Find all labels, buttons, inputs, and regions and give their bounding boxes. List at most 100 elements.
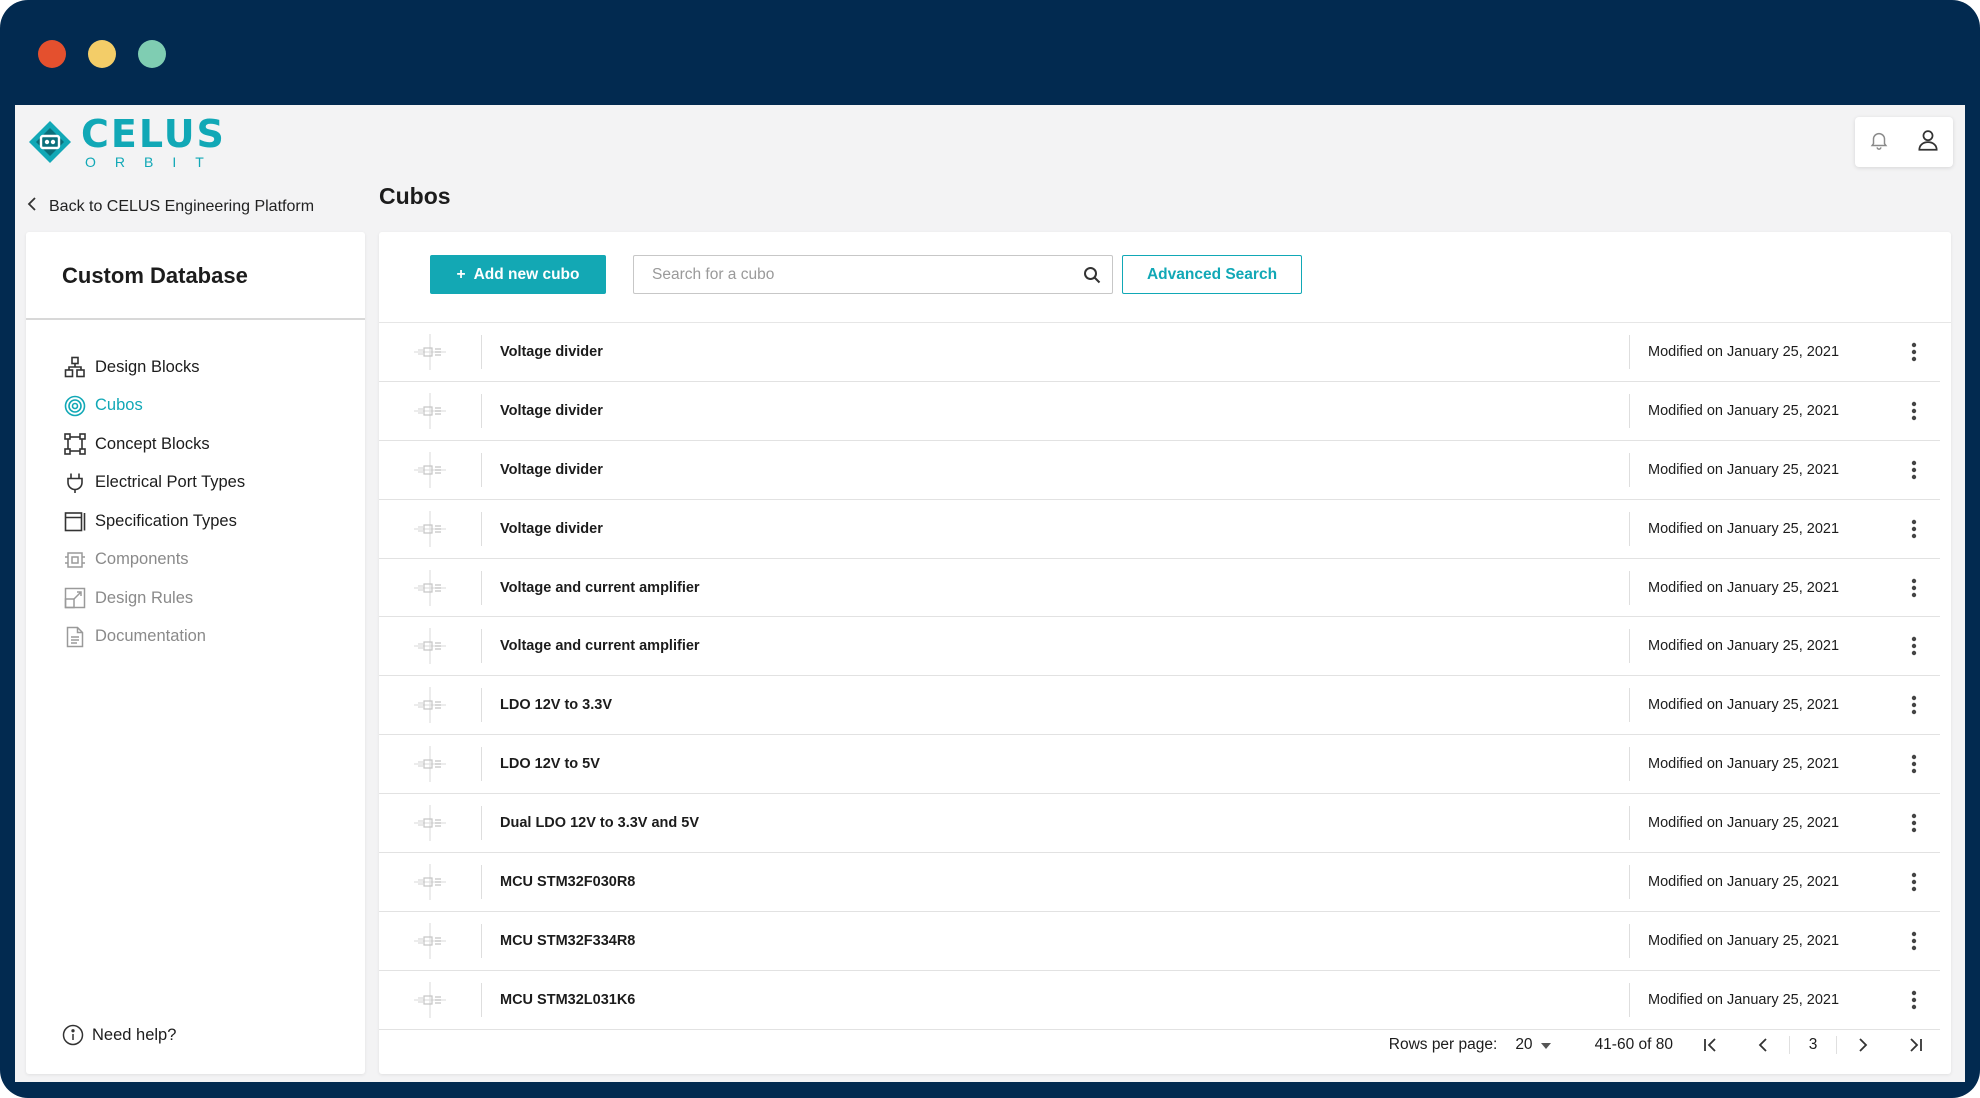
previous-page-button[interactable] bbox=[1743, 1030, 1783, 1060]
more-options-icon[interactable] bbox=[1888, 794, 1940, 852]
info-icon bbox=[62, 1024, 84, 1046]
more-options-icon[interactable] bbox=[1888, 971, 1940, 1029]
search-icon[interactable] bbox=[1072, 266, 1112, 284]
chevron-left-icon bbox=[27, 197, 37, 216]
sidebar-item-cubos[interactable]: Cubos bbox=[26, 387, 365, 426]
cubo-name: Voltage divider bbox=[500, 402, 603, 419]
next-page-button[interactable] bbox=[1843, 1030, 1883, 1060]
add-new-cubo-button[interactable]: + Add new cubo bbox=[430, 255, 606, 294]
cubo-modified-date: Modified on January 25, 2021 bbox=[1648, 991, 1840, 1008]
first-page-icon bbox=[1704, 1038, 1716, 1052]
cubo-row[interactable]: Voltage divider Modified on January 25, 2… bbox=[379, 441, 1940, 500]
more-options-icon[interactable] bbox=[1888, 735, 1940, 793]
current-page-number[interactable]: 3 bbox=[1789, 1036, 1837, 1054]
close-window-button[interactable] bbox=[38, 40, 66, 68]
search-input[interactable] bbox=[634, 256, 1072, 293]
more-options-icon[interactable] bbox=[1888, 441, 1940, 499]
design-blocks-icon bbox=[62, 354, 88, 380]
cubo-row[interactable]: MCU STM32F030R8 Modified on January 25, 2… bbox=[379, 853, 1940, 912]
cubo-name: MCU STM32F334R8 bbox=[500, 932, 636, 949]
advanced-search-button[interactable]: Advanced Search bbox=[1122, 255, 1302, 294]
more-options-icon[interactable] bbox=[1888, 382, 1940, 440]
sidebar-item-specification-types[interactable]: Specification Types bbox=[26, 502, 365, 541]
cubo-row[interactable]: Dual LDO 12V to 3.3V and 5V Modified on J… bbox=[379, 794, 1940, 854]
search-box bbox=[633, 255, 1113, 294]
add-new-cubo-label: Add new cubo bbox=[473, 265, 580, 283]
sidebar-item-label: Design Blocks bbox=[95, 357, 200, 376]
user-profile-icon[interactable] bbox=[1915, 127, 1941, 158]
cubo-modified-date: Modified on January 25, 2021 bbox=[1648, 461, 1840, 478]
logo-subtitle: ORBIT bbox=[85, 154, 223, 170]
need-help-label: Need help? bbox=[92, 1025, 177, 1044]
cubo-modified-date: Modified on January 25, 2021 bbox=[1648, 756, 1840, 773]
cubos-icon bbox=[62, 393, 88, 419]
cubo-row[interactable]: LDO 12V to 3.3V Modified on January 25, 2… bbox=[379, 676, 1940, 736]
cubo-name: LDO 12V to 3.3V bbox=[500, 697, 613, 714]
sidebar-item-label: Cubos bbox=[95, 396, 143, 415]
cubo-row[interactable]: Voltage divider Modified on January 25, 2… bbox=[379, 323, 1940, 382]
minimize-window-button[interactable] bbox=[88, 40, 116, 68]
cubo-modified-date: Modified on January 25, 2021 bbox=[1648, 343, 1840, 360]
more-options-icon[interactable] bbox=[1888, 676, 1940, 734]
sidebar-item-documentation[interactable]: Documentation bbox=[26, 618, 365, 657]
cubo-modified-date: Modified on January 25, 2021 bbox=[1648, 873, 1840, 890]
page-title: Cubos bbox=[379, 183, 451, 209]
cubo-row[interactable]: LDO 12V to 5V Modified on January 25, 202… bbox=[379, 735, 1940, 795]
window-controls bbox=[38, 40, 166, 68]
celus-logo[interactable]: CELUS ORBIT bbox=[27, 115, 226, 169]
cubo-modified-date: Modified on January 25, 2021 bbox=[1648, 638, 1840, 655]
more-options-icon[interactable] bbox=[1888, 559, 1940, 617]
back-to-platform-link[interactable]: Back to CELUS Engineering Platform bbox=[27, 197, 314, 216]
sidebar-nav: Design Blocks Cubos Concept Blocks Elect… bbox=[26, 320, 365, 656]
sidebar-item-label: Concept Blocks bbox=[95, 434, 210, 453]
sidebar-item-concept-blocks[interactable]: Concept Blocks bbox=[26, 425, 365, 464]
cubo-row[interactable]: Voltage and current amplifier Modified on… bbox=[379, 559, 1940, 618]
more-options-icon[interactable] bbox=[1888, 853, 1940, 911]
app-window: CELUS ORBIT Back to CELUS Engineering Pl… bbox=[0, 0, 1980, 1098]
rows-per-page-select[interactable]: 20 bbox=[1515, 1036, 1551, 1054]
cubo-name: LDO 12V to 5V bbox=[500, 756, 600, 773]
cubo-row[interactable]: MCU STM32L031K6 Modified on January 25, 2… bbox=[379, 971, 1940, 1030]
sidebar-item-electrical-port-types[interactable]: Electrical Port Types bbox=[26, 464, 365, 503]
more-options-icon[interactable] bbox=[1888, 500, 1940, 558]
celus-logo-icon bbox=[29, 121, 71, 163]
more-options-icon[interactable] bbox=[1888, 323, 1940, 381]
last-page-button[interactable] bbox=[1895, 1030, 1935, 1060]
rows-per-page-value: 20 bbox=[1515, 1036, 1533, 1053]
plug-icon bbox=[62, 470, 88, 496]
notifications-bell-icon[interactable] bbox=[1868, 129, 1890, 156]
cubo-row[interactable]: Voltage and current amplifier Modified on… bbox=[379, 617, 1940, 677]
sidebar-item-components[interactable]: Components bbox=[26, 541, 365, 580]
more-options-icon[interactable] bbox=[1888, 912, 1940, 970]
maximize-window-button[interactable] bbox=[138, 40, 166, 68]
cubo-thumbnail-icon bbox=[379, 676, 481, 734]
cubo-row[interactable]: Voltage divider Modified on January 25, 2… bbox=[379, 382, 1940, 441]
cubo-thumbnail-icon bbox=[379, 500, 481, 558]
cubo-modified-date: Modified on January 25, 2021 bbox=[1648, 697, 1840, 714]
cubo-name: Voltage and current amplifier bbox=[500, 579, 700, 596]
more-options-icon[interactable] bbox=[1888, 617, 1940, 675]
first-page-button[interactable] bbox=[1691, 1030, 1731, 1060]
top-actions bbox=[1855, 117, 1953, 167]
cubo-row[interactable]: MCU STM32F334R8 Modified on January 25, 2… bbox=[379, 912, 1940, 971]
sidebar-item-design-rules[interactable]: Design Rules bbox=[26, 579, 365, 618]
document-icon bbox=[62, 624, 88, 650]
cubo-thumbnail-icon bbox=[379, 382, 481, 440]
cubo-list: Voltage divider Modified on January 25, 2… bbox=[379, 323, 1940, 1030]
cubo-modified-date: Modified on January 25, 2021 bbox=[1648, 402, 1840, 419]
design-rules-icon bbox=[62, 585, 88, 611]
cubo-modified-date: Modified on January 25, 2021 bbox=[1648, 932, 1840, 949]
need-help-link[interactable]: Need help? bbox=[62, 1024, 176, 1046]
cubo-thumbnail-icon bbox=[379, 559, 481, 617]
sidebar-item-design-blocks[interactable]: Design Blocks bbox=[26, 348, 365, 387]
plus-icon: + bbox=[456, 265, 466, 283]
page-range: 41-60 of 80 bbox=[1594, 1036, 1673, 1053]
cubo-thumbnail-icon bbox=[379, 617, 481, 675]
rows-per-page-label: Rows per page: bbox=[1388, 1036, 1498, 1053]
sidebar-item-label: Specification Types bbox=[95, 511, 237, 530]
specification-icon bbox=[62, 508, 88, 534]
sidebar-item-label: Components bbox=[95, 550, 189, 569]
cubo-row[interactable]: Voltage divider Modified on January 25, 2… bbox=[379, 500, 1940, 559]
cubo-name: Voltage divider bbox=[500, 461, 603, 478]
cubo-name: Voltage and current amplifier bbox=[500, 638, 700, 655]
